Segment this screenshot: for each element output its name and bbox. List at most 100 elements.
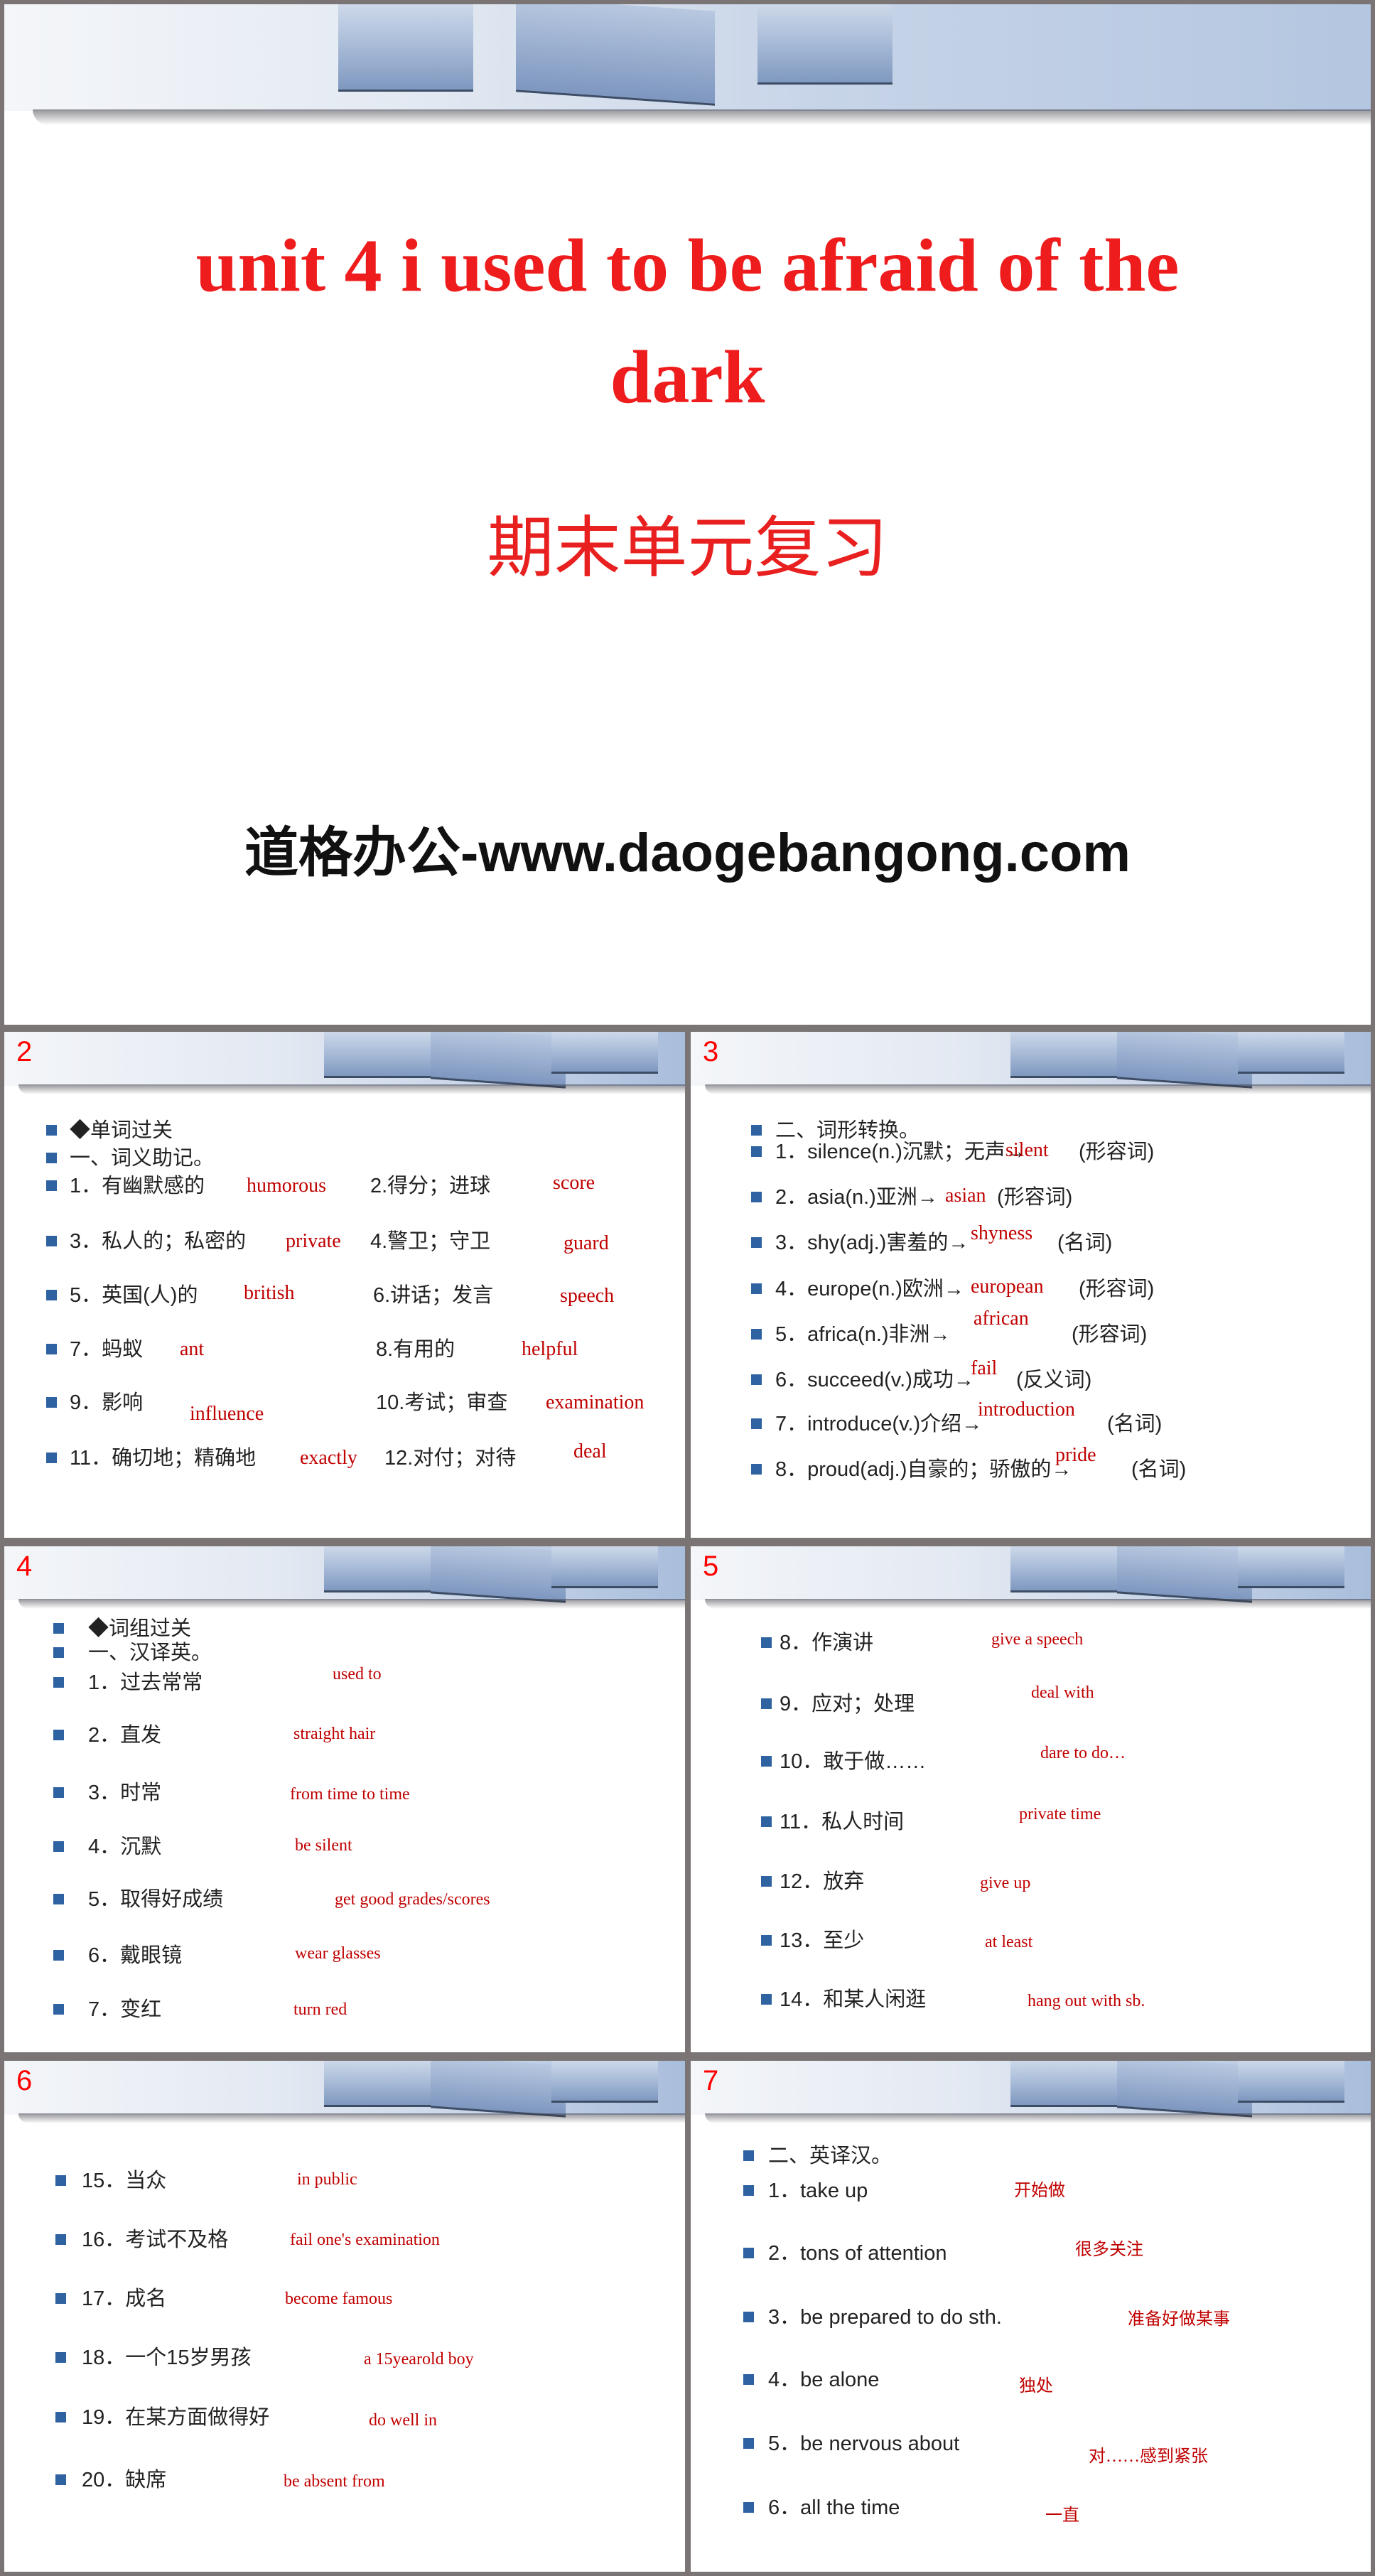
- question-text: 4.警卫；守卫: [370, 1230, 491, 1253]
- bullet-icon: [751, 1283, 762, 1294]
- question-text: 12.对付；对待: [384, 1447, 517, 1470]
- bullet-icon: [751, 1125, 762, 1136]
- slide-4[interactable]: 4 ◆词组过关 一、汉译英。 1．过去常常 used to 2．直发 straight ha…: [4, 1546, 685, 2052]
- bullet-icon: [55, 2412, 66, 2423]
- bullet-icon: [53, 1841, 64, 1852]
- cube-decoration: [757, 4, 893, 85]
- cube-decoration: [1238, 1546, 1344, 1588]
- answer-text: straight hair: [293, 1725, 376, 1743]
- answer-text: from time to time: [290, 1785, 410, 1804]
- bullet-icon: [46, 1153, 57, 1163]
- answer-text: used to: [333, 1665, 382, 1683]
- question-text: 10．敢于做……: [780, 1750, 927, 1773]
- slide-5[interactable]: 5 8．作演讲 give a speech 9．应对；处理 deal with 10．敢于…: [691, 1546, 1371, 2052]
- answer-text: 独处: [1019, 2377, 1053, 2396]
- answer-text: speech: [560, 1285, 615, 1307]
- answer-text: fail one's examination: [290, 2231, 440, 2249]
- banner-shadow: [18, 1599, 685, 1609]
- answer-text: in public: [297, 2170, 357, 2189]
- question-text: 4．沉默: [88, 1836, 162, 1858]
- question-text: 9．应对；处理: [780, 1693, 915, 1715]
- bullet-icon: [743, 2150, 754, 2161]
- question-text: 14．和某人闲逛: [780, 1988, 927, 2011]
- answer-text: introduction: [978, 1399, 1075, 1421]
- question-text: 1．silence(n.)沉默；无声→: [775, 1141, 1026, 1163]
- bullet-icon: [55, 2474, 66, 2485]
- cube-decoration: [1117, 1546, 1252, 1603]
- slide-6[interactable]: 6 15．当众 in public 16．考试不及格 fail one's examin…: [4, 2061, 685, 2572]
- answer-text: a 15yearold boy: [364, 2350, 474, 2368]
- question-text: ◆单词过关: [70, 1119, 173, 1142]
- question-text: 20．缺席: [82, 2469, 167, 2491]
- bullet-icon: [53, 1730, 64, 1740]
- answer-text: silent: [1005, 1139, 1049, 1161]
- slide-2[interactable]: 2 ◆单词过关 一、词义助记。 1．有幽默感的 humorous 2.得分；进球 score…: [4, 1032, 685, 1538]
- answer-text: 很多关注: [1075, 2241, 1143, 2259]
- question-text: 11．确切地；精确地: [70, 1447, 257, 1470]
- title-slide[interactable]: unit 4 i used to be afraid of the dark 期…: [4, 4, 1371, 1025]
- slide-3[interactable]: 3 二、词形转换。 1．silence(n.)沉默；无声→ silent (形容词) 2．…: [691, 1032, 1371, 1538]
- question-text: 17．成名: [82, 2287, 167, 2310]
- bullet-icon: [751, 1464, 762, 1475]
- header-banner: [691, 2061, 1371, 2118]
- cube-decoration: [1238, 1032, 1344, 1074]
- bullet-icon: [761, 1816, 772, 1827]
- header-banner: [691, 1546, 1371, 1603]
- answer-text: be silent: [295, 1836, 352, 1855]
- slide-number: 2: [16, 1036, 33, 1067]
- answer-text: exactly: [300, 1447, 357, 1469]
- bullet-icon: [751, 1192, 762, 1202]
- question-text: 2．tons of attention: [768, 2242, 947, 2265]
- answer-text: deal with: [1031, 1683, 1094, 1702]
- question-text: 15．当众: [82, 2170, 167, 2192]
- answer-text: private time: [1019, 1805, 1101, 1823]
- cube-decoration: [551, 1546, 658, 1588]
- cube-decoration: [1117, 2061, 1252, 2118]
- question-text: 2.得分；进球: [370, 1175, 491, 1197]
- answer-text: at least: [985, 1933, 1033, 1951]
- bullet-icon: [761, 1935, 772, 1946]
- bullet-icon: [53, 2004, 64, 2015]
- question-text: 5．be nervous about: [768, 2432, 960, 2455]
- question-text: 1．take up: [768, 2179, 868, 2202]
- part-of-speech-note: (形容词): [1079, 1141, 1155, 1163]
- bullet-icon: [743, 2312, 754, 2322]
- answer-text: wear glasses: [295, 1944, 381, 1963]
- answer-text: turn red: [293, 2000, 347, 2019]
- question-text: 1．有幽默感的: [70, 1175, 205, 1197]
- question-text: 6．all the time: [768, 2496, 900, 2519]
- answer-text: african: [974, 1308, 1029, 1330]
- bullet-icon: [46, 1397, 57, 1408]
- header-banner: [4, 1546, 685, 1603]
- bullet-icon: [55, 2175, 66, 2186]
- cube-decoration: [1117, 1032, 1252, 1089]
- header-banner: [4, 2061, 685, 2118]
- answer-text: 准备好做某事: [1128, 2310, 1230, 2329]
- question-text: 4．europe(n.)欧洲→: [775, 1278, 964, 1300]
- question-text: 3．shy(adj.)害羞的→: [775, 1232, 969, 1254]
- slide-number: 4: [16, 1551, 33, 1582]
- bullet-icon: [751, 1418, 762, 1429]
- watermark: 道格办公-www.daogebangong.com: [244, 823, 1131, 883]
- bullet-icon: [751, 1374, 762, 1385]
- title-line-1: unit 4 i used to be afraid of the: [195, 224, 1180, 307]
- slide-7[interactable]: 7 二、英译汉。 1．take up 开始做 2．tons of attention 很多…: [691, 2061, 1371, 2572]
- bullet-icon: [761, 1756, 772, 1767]
- part-of-speech-note: (反义词): [1016, 1369, 1092, 1391]
- question-text: 10.考试；审查: [376, 1391, 508, 1414]
- bullet-icon: [46, 1125, 57, 1136]
- answer-text: british: [244, 1282, 295, 1304]
- answer-text: humorous: [247, 1175, 326, 1197]
- banner-shadow: [18, 1084, 685, 1094]
- question-text: 一、汉译英。: [88, 1642, 212, 1664]
- bullet-icon: [761, 1994, 772, 2005]
- banner-shadow: [705, 2113, 1371, 2123]
- question-text: 8．作演讲: [780, 1632, 874, 1654]
- banner-shadow: [705, 1084, 1371, 1094]
- bullet-icon: [46, 1180, 57, 1191]
- question-text: 8．proud(adj.)自豪的；骄傲的→: [775, 1458, 1072, 1481]
- question-text: 1．过去常常: [88, 1671, 203, 1694]
- question-text: 3．be prepared to do sth.: [768, 2306, 1002, 2329]
- question-text: 5．africa(n.)非洲→: [775, 1323, 951, 1346]
- cube-decoration: [551, 1032, 658, 1074]
